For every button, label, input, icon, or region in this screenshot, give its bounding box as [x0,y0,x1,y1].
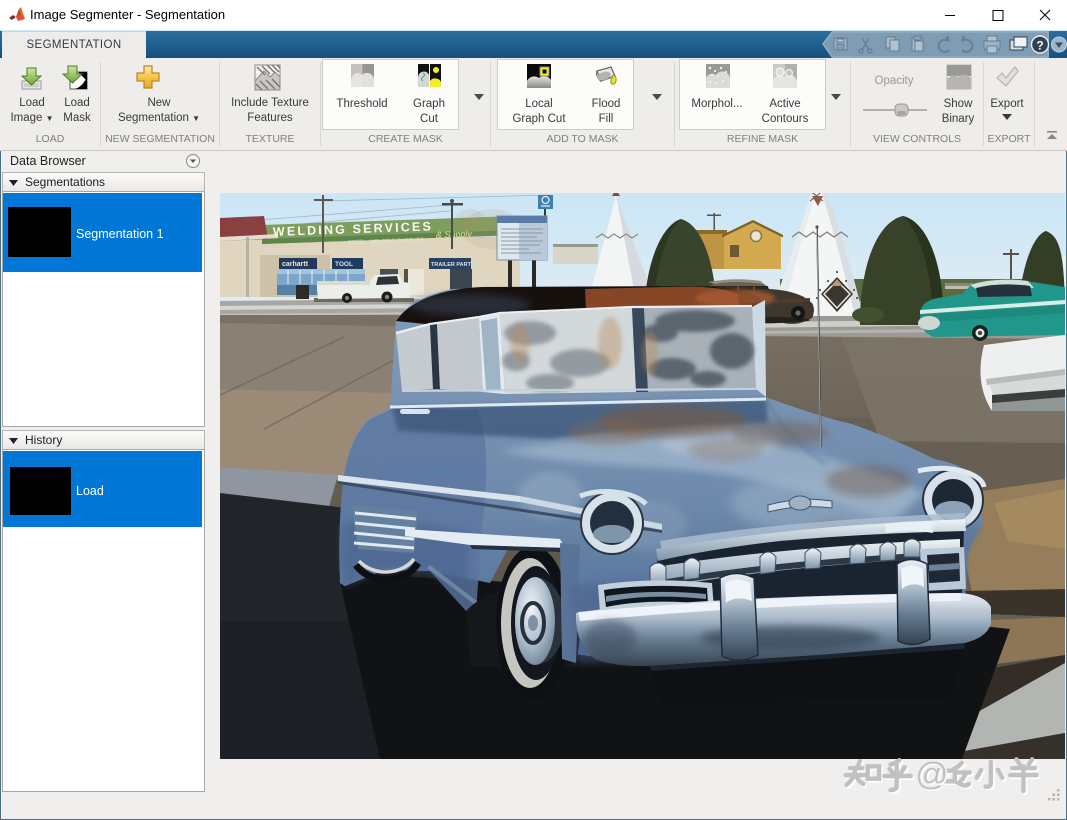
svg-text:TOOL: TOOL [335,261,353,268]
svg-text:carhartt: carhartt [282,261,309,268]
svg-text:@: @ [915,756,948,792]
svg-text:TRAILER PARTS: TRAILER PARTS [431,262,475,268]
svg-text:?: ? [1036,39,1043,53]
